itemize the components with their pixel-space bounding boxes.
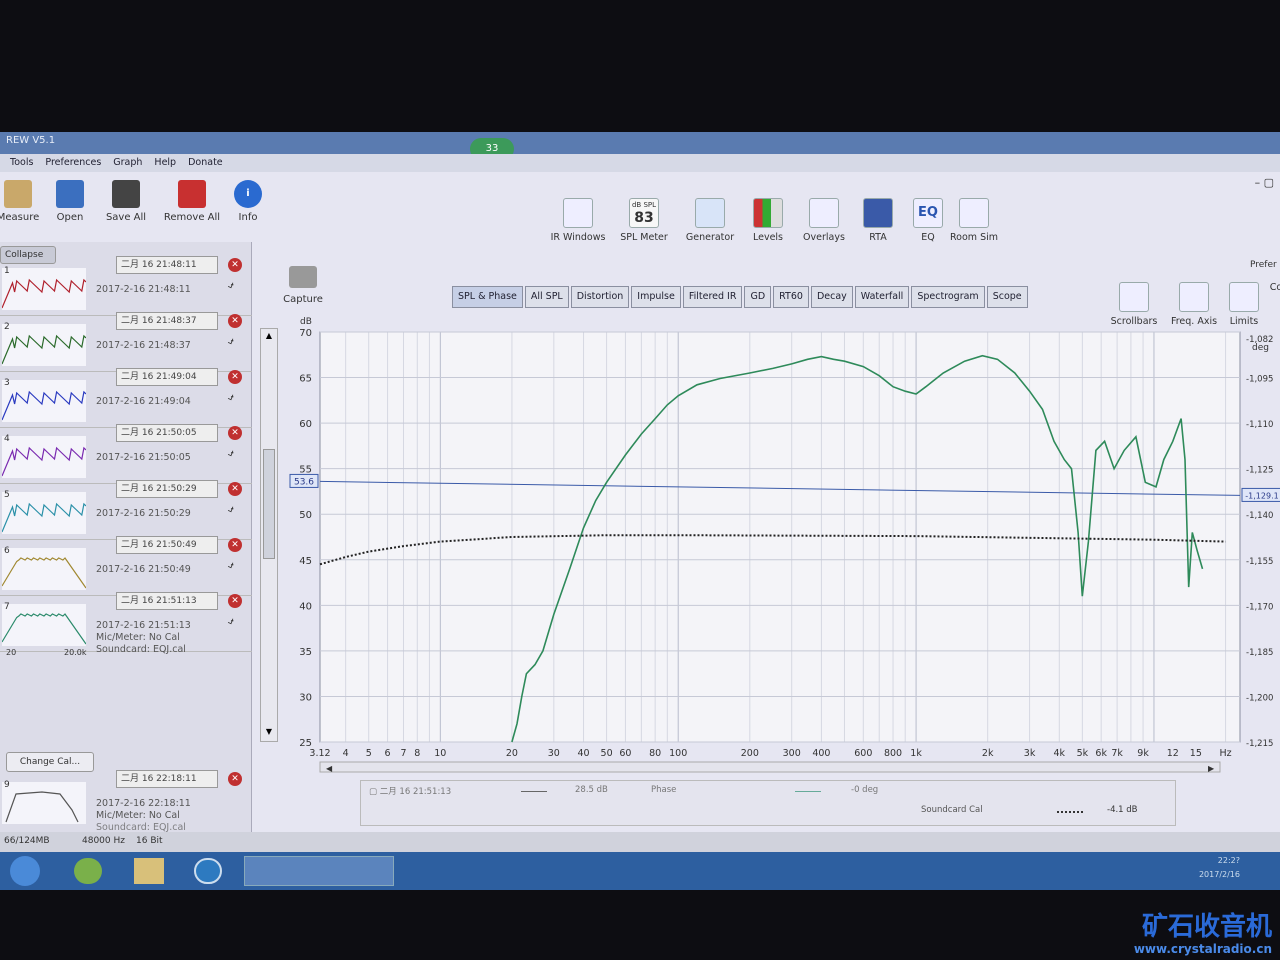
scroll-left-icon[interactable]: ◀ [326, 764, 333, 773]
explorer-icon[interactable] [134, 858, 164, 884]
x-tick-label: 200 [741, 748, 759, 759]
app-icon[interactable] [194, 858, 222, 884]
y2-tick-label: -1,140 [1246, 511, 1273, 521]
browser-icon[interactable] [74, 858, 102, 884]
y-tick-label: 30 [299, 692, 312, 703]
x-tick-label: 9k [1137, 748, 1149, 759]
clock-time[interactable]: 22:2? [1218, 856, 1240, 865]
x-tick-label: 1k [910, 748, 922, 759]
y2-tick-label: -1,170 [1246, 602, 1273, 612]
x-tick-label: 10 [434, 748, 446, 759]
app-screen: REW V5.1 33 – ▢ Tools Preferences Graph … [0, 132, 1280, 890]
watermark-url: www.crystalradio.cn [1133, 942, 1272, 956]
graph-legend: ▢ 二月 16 21:51:13 28.5 dB Phase -0 deg So… [360, 780, 1176, 826]
x-tick-label: 800 [884, 748, 902, 759]
y2-tick-label: -1,215 [1246, 739, 1273, 749]
taskbar: 22:2? 2017/2/16 [0, 852, 1280, 890]
bit-depth: 16 Bit [136, 836, 163, 846]
y2-tick-label: -1,110 [1246, 420, 1273, 430]
y-axis-label: dB [300, 317, 312, 327]
legend-phase-value: -0 deg [851, 785, 879, 795]
y-tick-label: 35 [299, 647, 312, 658]
x-tick-label: 100 [669, 748, 687, 759]
watermark: 矿石收音机 www.crystalradio.cn [1134, 912, 1272, 956]
y-tick-label: 60 [299, 419, 312, 430]
cursor-db-readout: 53.6 [294, 477, 314, 487]
legend-phase-line [795, 791, 821, 792]
legend-cal-value: -4.1 dB [1107, 805, 1138, 815]
y2-tick-label: -1,082 [1246, 335, 1273, 345]
legend-phase-label[interactable]: Phase [651, 785, 676, 795]
legend-series-value: 28.5 dB [575, 785, 608, 795]
x-tick-label: 30 [548, 748, 560, 759]
x-tick-label: 40 [577, 748, 589, 759]
watermark-title: 矿石收音机 [1141, 912, 1272, 942]
x-tick-label: 7k [1111, 748, 1123, 759]
y2-tick-label: -1,125 [1246, 466, 1273, 476]
x-tick-label: 2k [982, 748, 994, 759]
x-tick-label: 12 [1167, 748, 1179, 759]
x-tick-label: 7 [400, 748, 406, 759]
x-tick-label: 5 [366, 748, 372, 759]
x-tick-label: 300 [783, 748, 801, 759]
x-tick-label: 80 [649, 748, 661, 759]
memory-usage: 66/124MB [4, 836, 50, 846]
legend-series-label[interactable]: ▢ 二月 16 21:51:13 [369, 785, 451, 797]
spl-phase-graph[interactable]: 70656055504540353025dBdeg-1,082-1,095-1,… [0, 132, 1280, 890]
sample-rate: 48000 Hz [82, 836, 125, 846]
clock-date[interactable]: 2017/2/16 [1199, 870, 1240, 879]
y2-tick-label: -1,155 [1246, 557, 1273, 567]
y2-tick-label: -1,200 [1246, 693, 1273, 703]
legend-series-line [521, 791, 547, 792]
x-tick-label: 6k [1095, 748, 1107, 759]
scroll-right-icon[interactable]: ▶ [1208, 764, 1215, 773]
status-bar: 66/124MB 48000 Hz 16 Bit [0, 832, 1280, 852]
start-button[interactable] [10, 856, 40, 886]
x-tick-label: 4k [1054, 748, 1066, 759]
horizontal-scrollbar[interactable] [319, 761, 1221, 773]
x-tick-label: 20 [506, 748, 518, 759]
y2-tick-label: -1,095 [1246, 375, 1273, 385]
y-tick-label: 45 [299, 556, 312, 567]
x-tick-label: 60 [619, 748, 631, 759]
x-tick-label: 3.12 [309, 748, 330, 759]
x-tick-label: Hz [1219, 748, 1231, 759]
legend-cal-line [1057, 811, 1083, 813]
x-tick-label: 15 [1190, 748, 1202, 759]
y-tick-label: 70 [299, 328, 312, 339]
x-tick-label: 600 [854, 748, 872, 759]
y-tick-label: 50 [299, 510, 312, 521]
x-tick-label: 5k [1077, 748, 1089, 759]
x-tick-label: 6 [385, 748, 391, 759]
y-tick-label: 65 [299, 374, 312, 385]
x-tick-label: 50 [601, 748, 613, 759]
y2-tick-label: -1,185 [1246, 648, 1273, 658]
plot-area[interactable] [319, 331, 1241, 743]
x-tick-label: 8 [414, 748, 420, 759]
x-tick-label: 400 [812, 748, 830, 759]
x-tick-label: 4 [343, 748, 349, 759]
y-tick-label: 40 [299, 601, 312, 612]
legend-cal-label[interactable]: Soundcard Cal [921, 805, 983, 815]
rew-taskbar-button[interactable] [244, 856, 394, 886]
cursor-deg-readout: -1,129.1 [1245, 491, 1278, 500]
x-tick-label: 3k [1024, 748, 1036, 759]
